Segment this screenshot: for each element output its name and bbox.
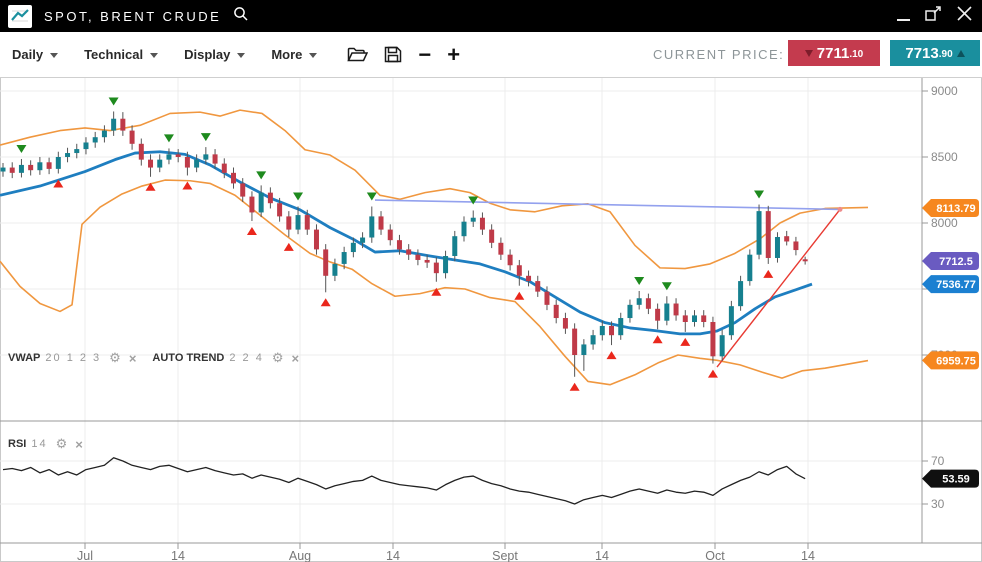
menu-technical[interactable]: Technical: [84, 47, 158, 62]
close-button[interactable]: [957, 6, 972, 26]
buy-signal-arrow-icon: [570, 383, 580, 391]
autotrend-settings-gear-icon[interactable]: ⚙: [272, 350, 284, 366]
sell-signal-arrow-icon: [164, 134, 174, 142]
app-window: 900085008000750070007030Jul14Aug14Sept14…: [0, 0, 982, 562]
rsi-value-badge: 53.59: [922, 470, 979, 488]
autotrend-remove-icon[interactable]: ×: [291, 351, 299, 366]
svg-text:53.59: 53.59: [942, 474, 970, 486]
price-badge: 6959.75: [922, 351, 979, 369]
current-price-label: CURRENT PRICE:: [653, 47, 784, 62]
vwap-label: VWAP: [8, 352, 40, 364]
price-down-arrow-icon: [805, 50, 813, 57]
menu-daily[interactable]: Daily: [12, 47, 58, 62]
svg-text:14: 14: [386, 549, 400, 562]
sell-signal-arrow-icon: [634, 277, 644, 285]
chevron-down-icon: [150, 53, 158, 58]
svg-text:14: 14: [801, 549, 815, 562]
svg-text:8500: 8500: [931, 150, 958, 164]
buy-signal-arrow-icon: [708, 370, 718, 378]
svg-text:14: 14: [171, 549, 185, 562]
candlestick-layer: [1, 111, 808, 376]
autotrend-label: AUTO TREND: [152, 352, 224, 364]
buy-signal-arrow-icon: [680, 338, 690, 346]
buy-signal-arrow-icon: [653, 335, 663, 343]
buy-signal-arrow-icon: [247, 227, 257, 235]
bid-price-badge: 7711 .10: [788, 40, 880, 66]
buy-signal-arrow-icon: [182, 181, 192, 189]
titlebar: SPOT, BRENT CRUDE: [0, 0, 982, 32]
sell-signal-arrow-icon: [468, 196, 478, 204]
rsi-params: 14: [31, 438, 47, 450]
rsi-indicator-row: RSI 14 ⚙ ×: [8, 436, 83, 452]
svg-text:Sept: Sept: [492, 549, 518, 562]
svg-text:8000: 8000: [931, 216, 958, 230]
svg-text:7712.5: 7712.5: [939, 256, 973, 268]
vwap-line: [0, 152, 812, 334]
toolbar: Daily Technical Display More − + CURRENT…: [0, 32, 982, 78]
price-badge: 8113.79: [922, 199, 979, 217]
grid-layer: [0, 77, 922, 543]
zoom-in-button[interactable]: +: [447, 45, 460, 65]
popout-restore-button[interactable]: [925, 6, 942, 27]
svg-text:14: 14: [595, 549, 609, 562]
svg-text:70: 70: [931, 454, 945, 468]
rsi-remove-icon[interactable]: ×: [75, 437, 83, 452]
price-axis-labels: 900085008000750070007030: [922, 84, 958, 511]
save-icon[interactable]: [384, 46, 402, 63]
svg-text:8113.79: 8113.79: [936, 203, 975, 215]
chevron-down-icon: [237, 53, 245, 58]
svg-text:9000: 9000: [931, 84, 958, 98]
menu-display[interactable]: Display: [184, 47, 245, 62]
sell-signal-arrow-icon: [293, 193, 303, 201]
price-up-arrow-icon: [957, 50, 965, 57]
buy-signal-arrow-icon: [514, 292, 524, 300]
rsi-line: [3, 458, 805, 504]
svg-text:Oct: Oct: [705, 549, 725, 562]
sell-signal-arrow-icon: [256, 171, 266, 179]
sell-signal-arrow-icon: [754, 191, 764, 199]
open-folder-icon[interactable]: [347, 46, 368, 63]
ask-price-badge: 7713 .90: [890, 40, 980, 66]
app-logo-icon: [8, 5, 32, 28]
resistance-trendline: [375, 200, 840, 209]
menu-more[interactable]: More: [271, 47, 317, 62]
rsi-label: RSI: [8, 438, 26, 450]
trendline-endpoint-dot: [838, 207, 843, 212]
search-icon[interactable]: [233, 6, 249, 27]
main-indicator-row: VWAP 20 1 2 3 ⚙ × AUTO TREND 2 2 4 ⚙ ×: [8, 350, 299, 366]
buy-signal-arrow-icon: [284, 243, 294, 251]
svg-text:6959.75: 6959.75: [936, 355, 976, 367]
sell-signal-arrow-icon: [201, 133, 211, 141]
time-axis-labels: Jul 14 Aug 14 Sept 14 Oct 14: [77, 543, 815, 562]
rsi-settings-gear-icon[interactable]: ⚙: [56, 436, 68, 452]
bid-price: 7711: [817, 45, 850, 62]
svg-text:30: 30: [931, 497, 945, 511]
zoom-out-button[interactable]: −: [418, 45, 431, 65]
buy-signal-arrow-icon: [321, 298, 331, 306]
svg-text:Aug: Aug: [289, 549, 311, 562]
buy-signal-arrow-icon: [763, 270, 773, 278]
price-chart-canvas[interactable]: 900085008000750070007030Jul14Aug14Sept14…: [0, 0, 982, 562]
svg-text:Jul: Jul: [77, 549, 93, 562]
minimize-button[interactable]: [897, 19, 910, 21]
vwap-settings-gear-icon[interactable]: ⚙: [109, 350, 121, 366]
vwap-params: 20 1 2 3: [45, 352, 101, 364]
ask-price: 7713: [905, 45, 938, 62]
window-title: SPOT, BRENT CRUDE: [44, 9, 221, 24]
vwap-remove-icon[interactable]: ×: [129, 351, 137, 366]
chevron-down-icon: [309, 53, 317, 58]
svg-text:7536.77: 7536.77: [936, 279, 976, 291]
sell-signal-arrow-icon: [109, 97, 119, 105]
chevron-down-icon: [50, 53, 58, 58]
support-trendline: [717, 209, 840, 367]
autotrend-params: 2 2 4: [229, 352, 263, 364]
price-badge: 7712.5: [922, 252, 979, 270]
sell-signal-arrow-icon: [16, 145, 26, 153]
price-badge: 7536.77: [922, 275, 979, 293]
